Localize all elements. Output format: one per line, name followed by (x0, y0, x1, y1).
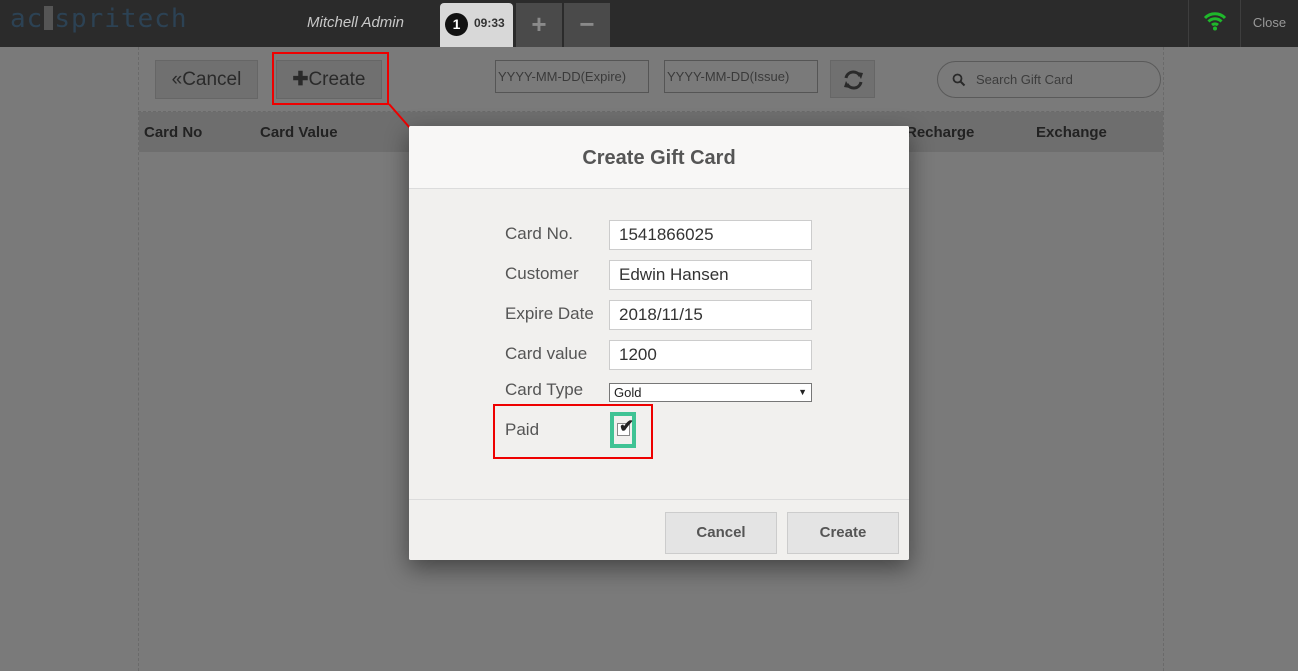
card-no-label: Card No. (505, 224, 574, 243)
column-recharge: Recharge (906, 124, 975, 141)
dialog-cancel-button[interactable]: Cancel (665, 512, 777, 554)
search-icon (952, 73, 966, 87)
card-value-field[interactable]: 1200 (609, 340, 812, 370)
create-button-highlight (272, 52, 389, 105)
customer-field[interactable]: Edwin Hansen (609, 260, 812, 290)
card-type-value: Gold (614, 385, 642, 400)
cancel-label: Cancel (182, 69, 242, 90)
dialog-header: Create Gift Card (409, 126, 909, 189)
dropdown-arrow-icon: ▼ (798, 387, 807, 397)
column-card-no: Card No (144, 124, 203, 141)
dialog-footer: Cancel Create (409, 499, 909, 560)
column-card-value: Card Value (260, 124, 338, 141)
add-order-button[interactable]: + (516, 3, 562, 47)
paid-field-highlight (493, 404, 653, 459)
top-bar: ac spritech Mitchell Admin 1 09:33 + − Cl… (0, 0, 1298, 47)
logo: ac spritech (10, 4, 188, 34)
wifi-icon (1203, 12, 1227, 31)
double-chevron-left-icon: « (171, 69, 183, 90)
card-type-select[interactable]: Gold ▼ (609, 383, 812, 402)
expire-date-field[interactable]: 2018/11/15 (609, 300, 812, 330)
expire-date-filter[interactable]: YYYY-MM-DD(Expire) (495, 60, 649, 93)
connection-status (1188, 0, 1240, 47)
order-number-badge: 1 (445, 13, 468, 36)
logo-mark (44, 6, 54, 30)
issue-date-filter[interactable]: YYYY-MM-DD(Issue) (664, 60, 818, 93)
user-name[interactable]: Mitchell Admin (307, 14, 404, 31)
logo-text-right: spritech (54, 4, 188, 34)
cancel-button[interactable]: «Cancel (155, 60, 258, 99)
dialog-title: Create Gift Card (582, 147, 736, 169)
card-value-label: Card value (505, 344, 588, 363)
create-gift-card-dialog: Create Gift Card Card No. 1541866025 Cus… (409, 126, 909, 560)
column-exchange: Exchange (1036, 124, 1107, 141)
card-no-field[interactable]: 1541866025 (609, 220, 812, 250)
dialog-create-button[interactable]: Create (787, 512, 899, 554)
expire-date-label: Expire Date (505, 304, 594, 323)
refresh-button[interactable] (830, 60, 875, 98)
refresh-icon (844, 70, 863, 90)
card-type-label: Card Type (505, 380, 584, 399)
remove-order-button[interactable]: − (564, 3, 610, 47)
search-gift-card-input[interactable]: Search Gift Card (937, 61, 1161, 98)
logo-text-left: ac (10, 4, 44, 34)
customer-label: Customer (505, 264, 579, 283)
search-placeholder: Search Gift Card (976, 72, 1073, 87)
order-time: 09:33 (474, 16, 505, 30)
order-tab[interactable]: 1 09:33 (440, 3, 513, 47)
close-button[interactable]: Close (1240, 0, 1298, 47)
